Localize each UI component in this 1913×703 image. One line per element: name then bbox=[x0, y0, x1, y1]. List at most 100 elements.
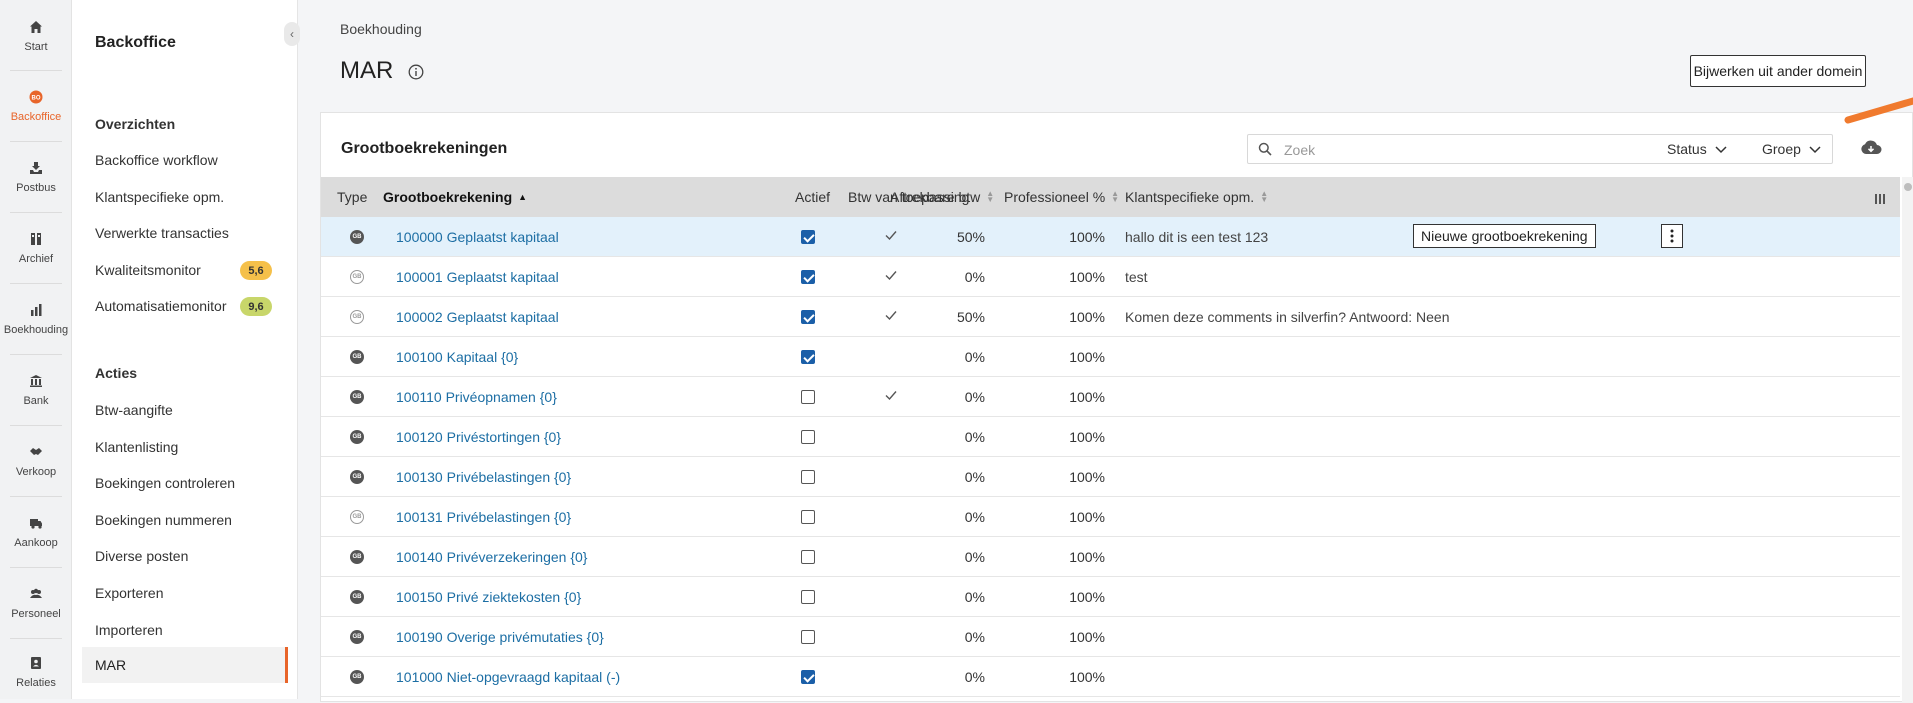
active-checkbox[interactable] bbox=[801, 350, 815, 364]
table-body: GB 100000 Geplaatst kapitaal 50% 100% hallo … bbox=[321, 217, 1900, 697]
rail-item-boekhouding[interactable]: Boekhouding bbox=[0, 289, 72, 349]
sort-asc-icon: ▲ bbox=[518, 192, 528, 202]
rail-item-bank[interactable]: Bank bbox=[0, 360, 72, 420]
sidebar-item-mar[interactable]: MAR bbox=[95, 657, 126, 673]
ledger-account-link[interactable]: 100140 Privéverzekeringen {0} bbox=[396, 549, 587, 565]
rail-label-postbus: Postbus bbox=[16, 182, 56, 194]
active-checkbox[interactable] bbox=[801, 310, 815, 324]
column-aftrekbare-btw[interactable]: Aftrekbare btw ▲ ▼ bbox=[890, 189, 994, 205]
status-filter-dropdown[interactable]: Status bbox=[1667, 141, 1727, 157]
deductible-vat-value: 0% bbox=[964, 629, 985, 645]
ledger-type-icon: GB bbox=[350, 430, 364, 444]
table-row[interactable]: GB 100002 Geplaatst kapitaal 50% 100% Komen … bbox=[321, 297, 1900, 337]
sidebar-item-kwaliteitsmonitor[interactable]: Kwaliteitsmonitor bbox=[95, 262, 201, 278]
cloud-download-icon[interactable] bbox=[1860, 139, 1882, 157]
table-row[interactable]: GB 101000 Niet-opgevraagd kapitaal (-) 0% 1… bbox=[321, 657, 1900, 697]
rail-item-verkoop[interactable]: Verkoop bbox=[0, 431, 72, 491]
search-icon bbox=[1258, 142, 1272, 156]
ledger-account-link[interactable]: 101000 Niet-opgevraagd kapitaal (-) bbox=[396, 669, 620, 685]
sidebar-item-btw-aangifte[interactable]: Btw-aangifte bbox=[95, 402, 173, 418]
sidebar-item-automatisatiemonitor[interactable]: Automatisatiemonitor bbox=[95, 298, 227, 314]
search-input[interactable]: Zoek Status Groep bbox=[1247, 134, 1833, 164]
table-row[interactable]: GB 100131 Privébelastingen {0} 0% 100% bbox=[321, 497, 1900, 537]
column-professioneel[interactable]: Professioneel % ▲ ▼ bbox=[1004, 189, 1119, 205]
ledger-type-icon: GB bbox=[350, 350, 364, 364]
ledger-account-link[interactable]: 100100 Kapitaal {0} bbox=[396, 349, 518, 365]
deductible-vat-value: 0% bbox=[964, 349, 985, 365]
table-row[interactable]: GB 100190 Overige privémutaties {0} 0% 100% bbox=[321, 617, 1900, 657]
professional-percent-value: 100% bbox=[1069, 669, 1105, 685]
ledger-account-link[interactable]: 100001 Geplaatst kapitaal bbox=[396, 269, 559, 285]
ledger-account-link[interactable]: 100130 Privébelastingen {0} bbox=[396, 469, 571, 485]
professional-percent-value: 100% bbox=[1069, 549, 1105, 565]
active-checkbox[interactable] bbox=[801, 430, 815, 444]
group-filter-dropdown[interactable]: Groep bbox=[1762, 141, 1821, 157]
group-filter-label: Groep bbox=[1762, 141, 1801, 157]
sidebar-item-boekingen-controleren[interactable]: Boekingen controleren bbox=[95, 475, 235, 491]
sidebar-item-klantspecifieke-opm[interactable]: Klantspecifieke opm. bbox=[95, 189, 224, 205]
active-checkbox[interactable] bbox=[801, 550, 815, 564]
column-klantspecifieke-opm-label: Klantspecifieke opm. bbox=[1125, 189, 1255, 205]
ledger-account-link[interactable]: 100131 Privébelastingen {0} bbox=[396, 509, 571, 525]
active-checkbox[interactable] bbox=[801, 510, 815, 524]
column-grootboekrekening-label: Grootboekrekening bbox=[383, 189, 513, 205]
table-row[interactable]: GB 100100 Kapitaal {0} 0% 100% bbox=[321, 337, 1900, 377]
ledger-account-link[interactable]: 100120 Privéstortingen {0} bbox=[396, 429, 561, 445]
rail-item-relaties[interactable]: Relaties bbox=[0, 642, 72, 702]
breadcrumb[interactable]: Boekhouding bbox=[340, 21, 422, 37]
rail-item-backoffice[interactable]: BO Backoffice bbox=[0, 76, 72, 136]
active-checkbox[interactable] bbox=[801, 230, 815, 244]
active-checkbox[interactable] bbox=[801, 630, 815, 644]
rail-item-postbus[interactable]: Postbus bbox=[0, 147, 72, 207]
rail-item-start[interactable]: Start bbox=[0, 6, 72, 66]
rail-item-archief[interactable]: Archief bbox=[0, 218, 72, 278]
ledger-type-icon: GB bbox=[350, 230, 364, 244]
professional-percent-value: 100% bbox=[1069, 349, 1105, 365]
ledger-account-link[interactable]: 100190 Overige privémutaties {0} bbox=[396, 629, 604, 645]
sidebar-item-klantenlisting[interactable]: Klantenlisting bbox=[95, 439, 178, 455]
table-row[interactable]: GB 100000 Geplaatst kapitaal 50% 100% hallo … bbox=[321, 217, 1900, 257]
rail-item-aankoop[interactable]: Aankoop bbox=[0, 502, 72, 562]
rail-item-personeel[interactable]: Personeel bbox=[0, 573, 72, 633]
ledger-type-icon: GB bbox=[350, 310, 364, 324]
ledger-account-link[interactable]: 100000 Geplaatst kapitaal bbox=[396, 229, 559, 245]
table-header: Type Grootboekrekening ▲ Actief Btw van … bbox=[321, 177, 1900, 217]
ledger-account-link[interactable]: 100150 Privé ziektekosten {0} bbox=[396, 589, 581, 605]
quality-score-badge: 5,6 bbox=[240, 261, 272, 280]
ledger-account-link[interactable]: 100002 Geplaatst kapitaal bbox=[396, 309, 559, 325]
table-row[interactable]: GB 100130 Privébelastingen {0} 0% 100% bbox=[321, 457, 1900, 497]
ledger-account-link[interactable]: 100110 Privéopnamen {0} bbox=[396, 389, 557, 405]
ledger-type-icon: GB bbox=[350, 270, 364, 284]
active-checkbox[interactable] bbox=[801, 390, 815, 404]
active-checkbox[interactable] bbox=[801, 270, 815, 284]
more-options-icon[interactable] bbox=[1661, 224, 1683, 248]
table-scrollbar[interactable] bbox=[1902, 177, 1913, 703]
scrollbar-thumb[interactable] bbox=[1904, 183, 1912, 191]
column-klantspecifieke-opm[interactable]: Klantspecifieke opm. ▲ ▼ bbox=[1125, 189, 1268, 205]
table-row[interactable]: GB 100120 Privéstortingen {0} 0% 100% bbox=[321, 417, 1900, 457]
sidebar-item-verwerkte-transacties[interactable]: Verwerkte transacties bbox=[95, 225, 229, 241]
rail-label-start: Start bbox=[24, 41, 48, 53]
sidebar-item-importeren[interactable]: Importeren bbox=[95, 622, 163, 638]
table-row[interactable]: GB 100150 Privé ziektekosten {0} 0% 100% bbox=[321, 577, 1900, 617]
column-settings-icon[interactable] bbox=[1874, 192, 1886, 204]
sidebar-title: Backoffice bbox=[95, 34, 176, 51]
table-row[interactable]: GB 100001 Geplaatst kapitaal 0% 100% test bbox=[321, 257, 1900, 297]
active-checkbox[interactable] bbox=[801, 590, 815, 604]
sidebar-item-diverse-posten[interactable]: Diverse posten bbox=[95, 548, 188, 564]
new-ledger-account-button[interactable]: Nieuwe grootboekrekening bbox=[1413, 224, 1596, 248]
table-row[interactable]: GB 100110 Privéopnamen {0} 0% 100% bbox=[321, 377, 1900, 417]
search-placeholder: Zoek bbox=[1284, 142, 1316, 158]
info-icon[interactable] bbox=[408, 64, 424, 80]
active-checkbox[interactable] bbox=[801, 470, 815, 484]
professional-percent-value: 100% bbox=[1069, 269, 1105, 285]
professional-percent-value: 100% bbox=[1069, 629, 1105, 645]
sidebar-item-boekingen-nummeren[interactable]: Boekingen nummeren bbox=[95, 512, 232, 528]
sidebar-item-backoffice-workflow[interactable]: Backoffice workflow bbox=[95, 152, 218, 168]
automation-score-badge: 9,6 bbox=[240, 297, 272, 316]
table-row[interactable]: GB 100140 Privéverzekeringen {0} 0% 100% bbox=[321, 537, 1900, 577]
sidebar-item-exporteren[interactable]: Exporteren bbox=[95, 585, 163, 601]
ledger-type-icon: GB bbox=[350, 550, 364, 564]
active-checkbox[interactable] bbox=[801, 670, 815, 684]
column-grootboekrekening[interactable]: Grootboekrekening ▲ bbox=[383, 189, 527, 205]
